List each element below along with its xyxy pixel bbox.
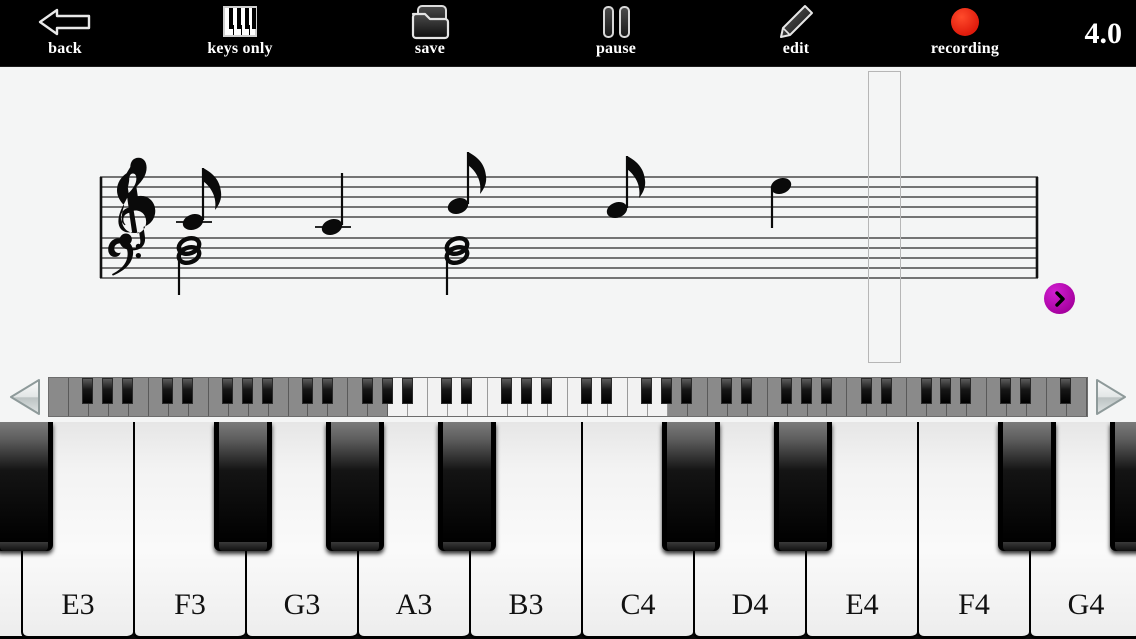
overview-black-key[interactable] bbox=[940, 378, 952, 404]
note-head[interactable] bbox=[176, 168, 222, 233]
bass-chord[interactable] bbox=[444, 235, 470, 295]
overview-black-key[interactable] bbox=[820, 378, 832, 404]
edit-button[interactable]: edit bbox=[756, 0, 836, 67]
overview-black-key[interactable] bbox=[441, 378, 453, 404]
overview-black-key[interactable] bbox=[541, 378, 553, 404]
piano-key-label: A3 bbox=[395, 588, 433, 621]
record-dot-icon bbox=[908, 0, 1022, 40]
overview-black-key[interactable] bbox=[661, 378, 673, 404]
pause-icon bbox=[570, 0, 662, 40]
overview-black-key[interactable] bbox=[381, 378, 393, 404]
piano-keys-icon bbox=[186, 0, 294, 40]
piano-black-key-D#3[interactable] bbox=[0, 422, 53, 551]
pencil-icon bbox=[756, 0, 836, 40]
overview-black-key[interactable] bbox=[1000, 378, 1012, 404]
overview-black-key[interactable] bbox=[860, 378, 872, 404]
overview-black-key[interactable] bbox=[920, 378, 932, 404]
save-label: save bbox=[414, 40, 446, 57]
piano-key-label: C4 bbox=[620, 588, 656, 621]
overview-black-key[interactable] bbox=[102, 378, 114, 404]
triangle-left-icon bbox=[10, 379, 40, 415]
note-head[interactable] bbox=[769, 175, 794, 228]
top-toolbar: back keys only save pause edit recording… bbox=[0, 0, 1136, 67]
overview-black-key[interactable] bbox=[720, 378, 732, 404]
back-arrow-icon bbox=[22, 0, 108, 40]
overview-black-key[interactable] bbox=[960, 378, 972, 404]
piano-key-label: G4 bbox=[1067, 588, 1105, 621]
overview-black-key[interactable] bbox=[800, 378, 812, 404]
scroll-left-button[interactable] bbox=[6, 376, 48, 418]
overview-black-key[interactable] bbox=[880, 378, 892, 404]
overview-black-key[interactable] bbox=[1060, 378, 1072, 404]
overview-black-key[interactable] bbox=[581, 378, 593, 404]
overview-black-key[interactable] bbox=[161, 378, 173, 404]
overview-black-key[interactable] bbox=[241, 378, 253, 404]
pause-button[interactable]: pause bbox=[570, 0, 662, 67]
overview-black-key[interactable] bbox=[501, 378, 513, 404]
piano-key-label: E3 bbox=[61, 588, 95, 621]
overview-black-key[interactable] bbox=[601, 378, 613, 404]
edit-label: edit bbox=[782, 40, 810, 57]
piano-black-key-F#4[interactable] bbox=[998, 422, 1056, 551]
overview-black-key[interactable] bbox=[221, 378, 233, 404]
recording-label: recording bbox=[930, 40, 1000, 57]
next-page-button[interactable] bbox=[1044, 283, 1075, 314]
triangle-right-icon bbox=[1096, 379, 1126, 415]
overview-black-key[interactable] bbox=[301, 378, 313, 404]
piano-key-label: G3 bbox=[283, 588, 321, 621]
note-head[interactable] bbox=[315, 173, 351, 238]
piano-keyboard: E3 F3 G3 A3 B3 C4 D4 E4 F4 G4 bbox=[0, 422, 1136, 639]
overview-black-key[interactable] bbox=[780, 378, 792, 404]
overview-black-key[interactable] bbox=[401, 378, 413, 404]
version-indicator: 4.0 bbox=[1084, 16, 1123, 50]
piano-key-label: E4 bbox=[845, 588, 879, 621]
treble-clef bbox=[116, 157, 156, 251]
overview-black-key[interactable] bbox=[641, 378, 653, 404]
chevron-right-icon bbox=[1054, 290, 1065, 307]
app-root: back keys only save pause edit recording… bbox=[0, 0, 1136, 639]
save-button[interactable]: save bbox=[386, 0, 474, 67]
piano-key-label: B3 bbox=[508, 588, 544, 621]
bass-chord[interactable] bbox=[176, 235, 202, 295]
overview-white-key[interactable] bbox=[49, 378, 69, 416]
piano-black-key-A#3[interactable] bbox=[438, 422, 496, 551]
overview-black-key[interactable] bbox=[261, 378, 273, 404]
overview-black-key[interactable] bbox=[521, 378, 533, 404]
back-button[interactable]: back bbox=[22, 0, 108, 67]
music-staff[interactable] bbox=[0, 67, 1136, 372]
overview-black-key[interactable] bbox=[461, 378, 473, 404]
overview-black-key[interactable] bbox=[122, 378, 134, 404]
notation-panel bbox=[0, 67, 1136, 372]
overview-black-key[interactable] bbox=[82, 378, 94, 404]
back-label: back bbox=[48, 40, 82, 57]
playhead-cursor[interactable] bbox=[868, 71, 901, 363]
recording-button[interactable]: recording bbox=[908, 0, 1022, 67]
scroll-right-button[interactable] bbox=[1088, 376, 1130, 418]
folder-icon bbox=[386, 0, 474, 40]
keys-only-button[interactable]: keys only bbox=[186, 0, 294, 67]
overview-black-key[interactable] bbox=[680, 378, 692, 404]
keys-only-label: keys only bbox=[207, 40, 273, 57]
piano-black-key-G#3[interactable] bbox=[326, 422, 384, 551]
piano-key-label: D4 bbox=[731, 588, 769, 621]
overview-black-key[interactable] bbox=[1020, 378, 1032, 404]
overview-keys-strip[interactable] bbox=[48, 377, 1088, 417]
pause-label: pause bbox=[595, 40, 637, 57]
piano-black-key-C#4[interactable] bbox=[662, 422, 720, 551]
keyboard-overview bbox=[0, 372, 1136, 422]
piano-black-key-F#3[interactable] bbox=[214, 422, 272, 551]
overview-black-key[interactable] bbox=[321, 378, 333, 404]
piano-black-key-G#4[interactable] bbox=[1110, 422, 1136, 551]
overview-black-key[interactable] bbox=[740, 378, 752, 404]
overview-black-key[interactable] bbox=[361, 378, 373, 404]
overview-black-key[interactable] bbox=[181, 378, 193, 404]
piano-key-label: F3 bbox=[174, 588, 206, 621]
piano-key-label: F4 bbox=[958, 588, 990, 621]
bass-clef bbox=[108, 238, 141, 276]
note-head[interactable] bbox=[605, 156, 646, 221]
piano-black-key-D#4[interactable] bbox=[774, 422, 832, 551]
